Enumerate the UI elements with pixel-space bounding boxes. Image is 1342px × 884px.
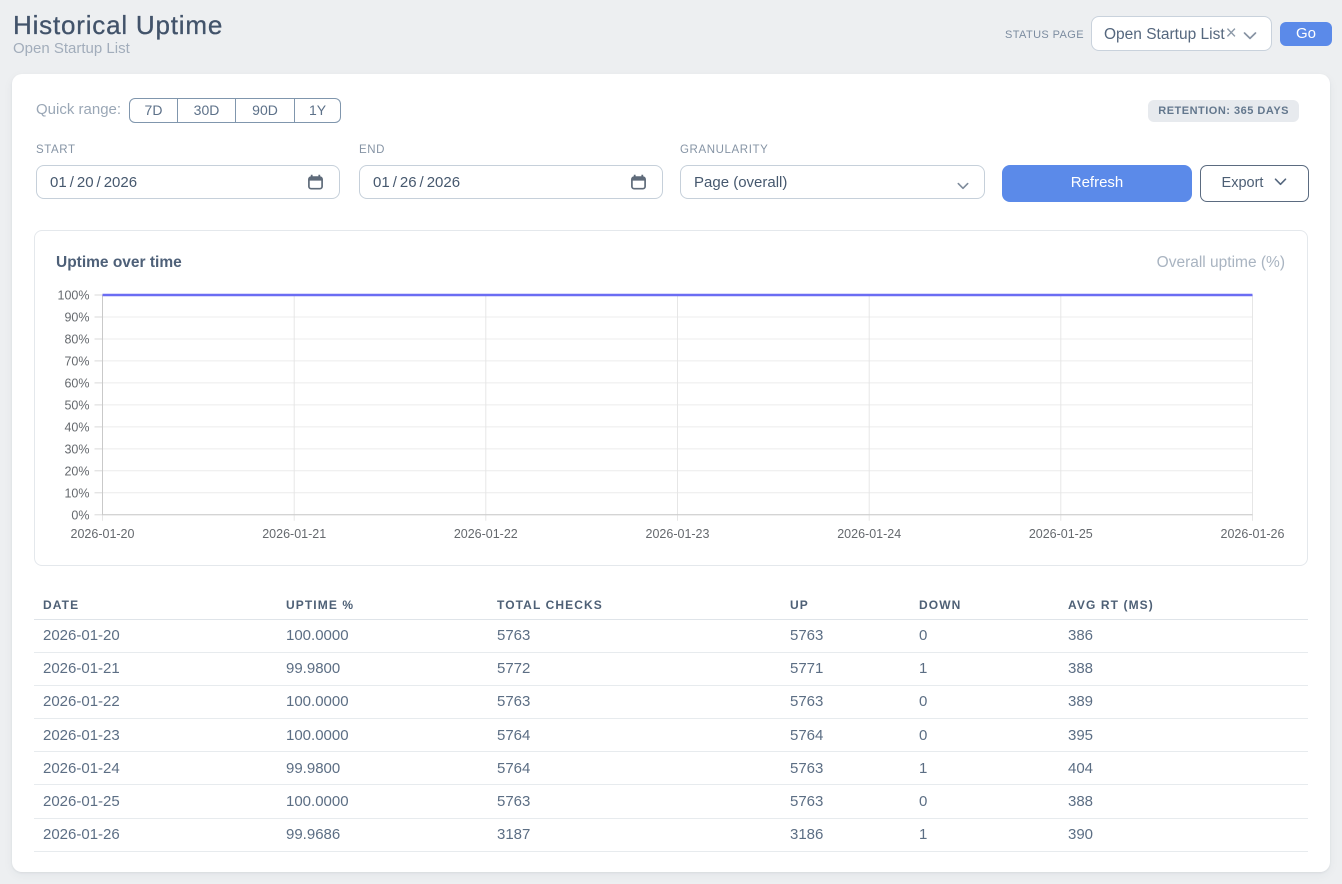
svg-text:100%: 100% xyxy=(58,289,90,303)
svg-text:90%: 90% xyxy=(64,311,89,325)
svg-text:10%: 10% xyxy=(64,486,89,500)
svg-text:40%: 40% xyxy=(64,420,89,434)
svg-text:2026-01-20: 2026-01-20 xyxy=(71,527,135,541)
svg-text:2026-01-25: 2026-01-25 xyxy=(1029,527,1093,541)
svg-text:2026-01-24: 2026-01-24 xyxy=(837,527,901,541)
svg-text:30%: 30% xyxy=(64,442,89,456)
svg-text:2026-01-26: 2026-01-26 xyxy=(1221,527,1285,541)
svg-text:2026-01-21: 2026-01-21 xyxy=(262,527,326,541)
svg-text:60%: 60% xyxy=(64,376,89,390)
svg-text:80%: 80% xyxy=(64,333,89,347)
svg-text:2026-01-22: 2026-01-22 xyxy=(454,527,518,541)
svg-text:70%: 70% xyxy=(64,354,89,368)
svg-text:20%: 20% xyxy=(64,464,89,478)
svg-text:50%: 50% xyxy=(64,398,89,412)
svg-text:0%: 0% xyxy=(71,508,89,522)
svg-text:2026-01-23: 2026-01-23 xyxy=(646,527,710,541)
